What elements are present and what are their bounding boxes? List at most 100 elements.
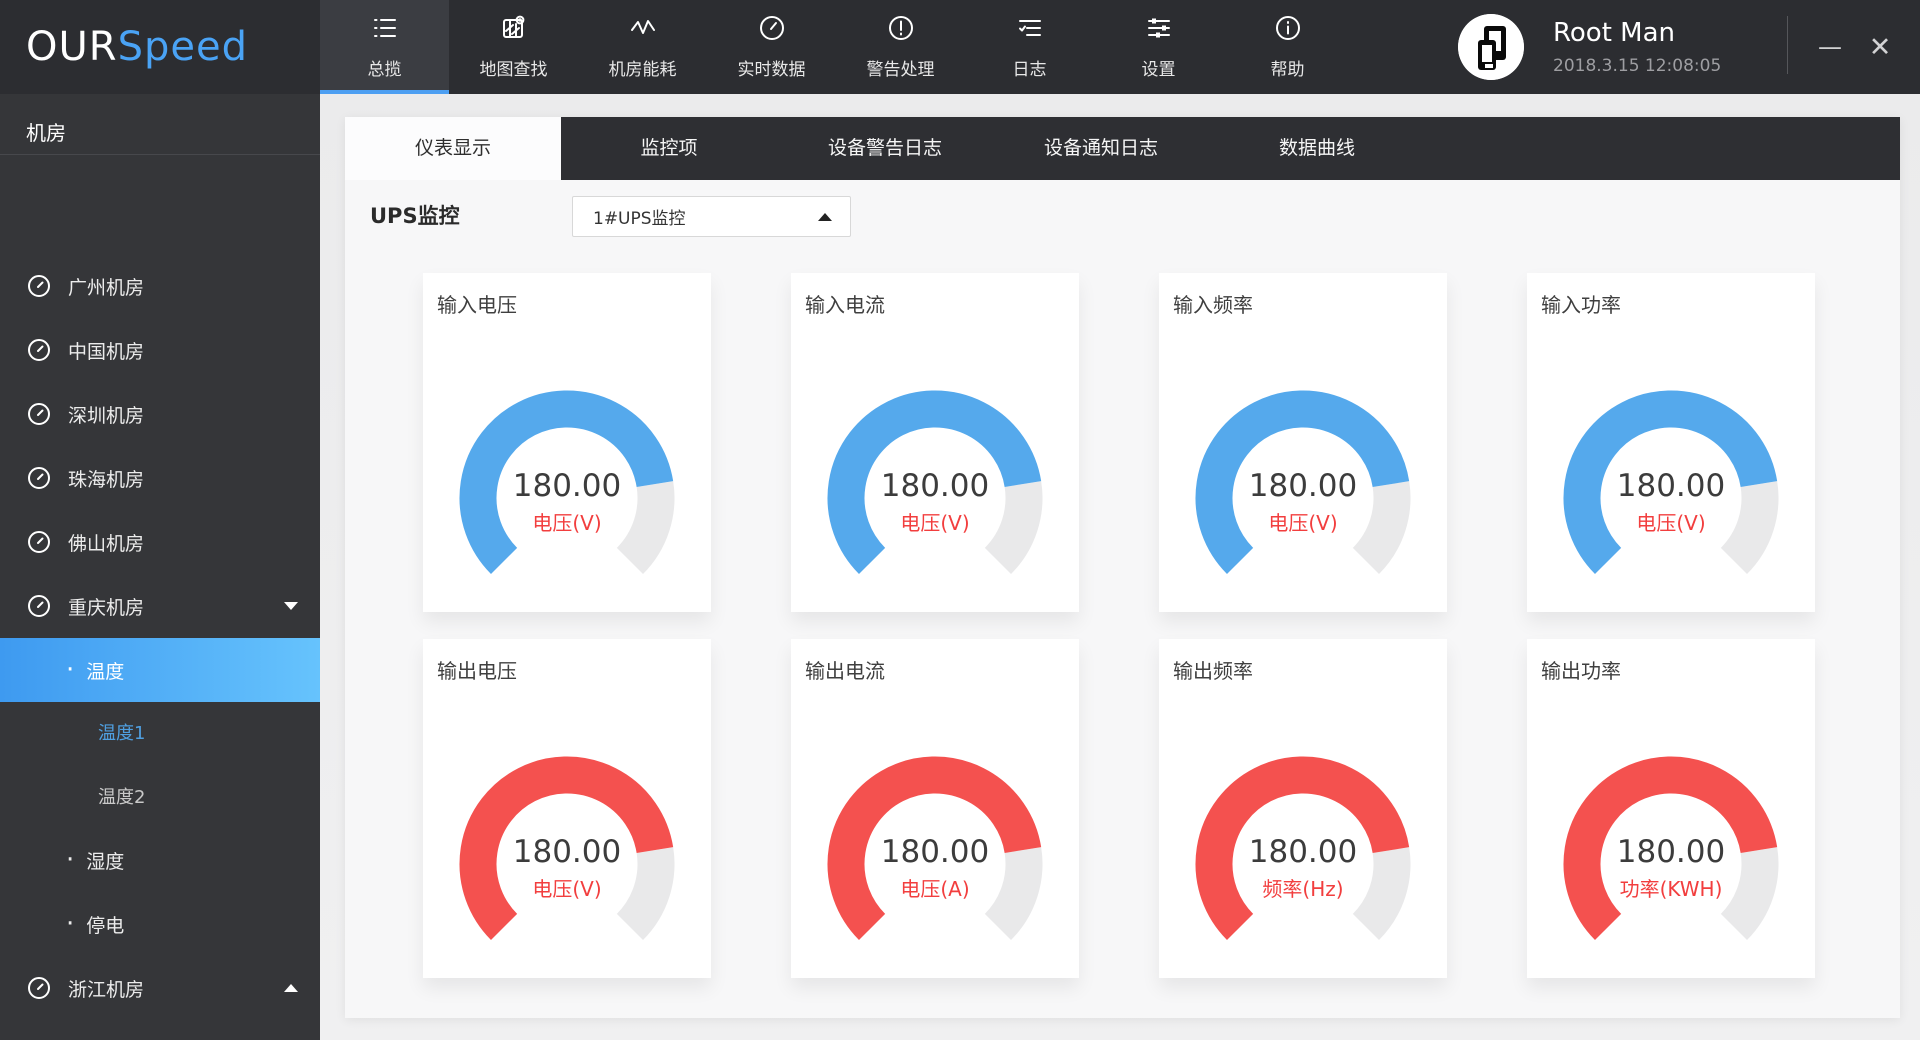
gauge-title: 输出电流 xyxy=(805,655,885,684)
close-button[interactable]: ✕ xyxy=(1856,0,1904,94)
nav-label: 总揽 xyxy=(368,55,402,80)
gauge-unit: 电压(V) xyxy=(423,873,711,902)
window-controls-divider xyxy=(1787,16,1788,74)
gauge-card-input-voltage: 输入电压 180.00 电压(V) xyxy=(423,273,711,612)
gauge-value: 180.00 xyxy=(423,468,711,504)
room-gauge-icon xyxy=(26,401,52,427)
sidebar-item-zhuhai[interactable]: 珠海机房 xyxy=(0,446,320,510)
chevron-up-icon xyxy=(284,984,298,992)
nav-label: 地图查找 xyxy=(480,55,548,80)
user-profile[interactable]: Root Man 2018.3.15 12:08:05 xyxy=(1440,0,1770,94)
section-label-ups: UPS监控 xyxy=(370,196,460,237)
sidebar-item-changsha[interactable]: 长沙机房 xyxy=(0,1020,320,1040)
map-search-icon xyxy=(500,14,528,55)
chevron-down-icon xyxy=(284,602,298,610)
gauge-value: 180.00 xyxy=(1527,468,1815,504)
tab-device-notice-log[interactable]: 设备通知日志 xyxy=(993,117,1209,180)
gauge-card-output-power: 输出功率 180.00 功率(KWH) xyxy=(1527,639,1815,978)
alert-icon xyxy=(887,14,915,55)
tab-gauge-display[interactable]: 仪表显示 xyxy=(345,117,561,180)
sidebar-title: 机房 xyxy=(0,94,320,155)
tab-data-curve[interactable]: 数据曲线 xyxy=(1209,117,1425,180)
gauge-title: 输入频率 xyxy=(1173,289,1253,318)
tab-device-alert-log[interactable]: 设备警告日志 xyxy=(777,117,993,180)
user-name: Root Man xyxy=(1553,18,1675,48)
gauge-title: 输出频率 xyxy=(1173,655,1253,684)
datetime-label: 2018.3.15 12:08:05 xyxy=(1553,56,1721,76)
sidebar-item-label: 珠海机房 xyxy=(68,465,144,492)
nav-item-help[interactable]: 帮助 xyxy=(1223,0,1352,94)
nav-item-energy[interactable]: 机房能耗 xyxy=(578,0,707,94)
user-avatar xyxy=(1458,14,1524,80)
sidebar-subitem-temperature[interactable]: · 温度 xyxy=(0,638,320,702)
sidebar-item-zhejiang[interactable]: 浙江机房 xyxy=(0,956,320,1020)
gauge-title: 输出功率 xyxy=(1541,655,1621,684)
sidebar-item-label: 温度1 xyxy=(98,719,145,745)
gauge-title: 输入电压 xyxy=(437,289,517,318)
gauge-card-output-frequency: 输出频率 180.00 频率(Hz) xyxy=(1159,639,1447,978)
app-logo: OURSpeed xyxy=(26,0,248,94)
help-info-icon xyxy=(1274,14,1302,55)
tab-monitor-items[interactable]: 监控项 xyxy=(561,117,777,180)
gauge-value: 180.00 xyxy=(1159,468,1447,504)
sidebar-item-foshan[interactable]: 佛山机房 xyxy=(0,510,320,574)
nav-label: 实时数据 xyxy=(738,55,806,80)
gauge-unit: 电压(V) xyxy=(1159,507,1447,536)
nav-label: 帮助 xyxy=(1271,55,1305,80)
ups-selector-value: 1#UPS监控 xyxy=(593,204,686,229)
gauge-title: 输出电压 xyxy=(437,655,517,684)
nav-label: 机房能耗 xyxy=(609,55,677,80)
nav-item-overview[interactable]: 总揽 xyxy=(320,0,449,94)
room-gauge-icon xyxy=(26,529,52,555)
logo-part-1: OUR xyxy=(26,24,118,70)
room-gauge-icon xyxy=(26,465,52,491)
gauge-unit: 电压(A) xyxy=(791,873,1079,902)
gauge-value: 180.00 xyxy=(423,834,711,870)
minimize-button[interactable]: — xyxy=(1806,0,1854,94)
room-gauge-icon xyxy=(26,975,52,1001)
sidebar-item-label: 佛山机房 xyxy=(68,529,144,556)
sidebar-item-label: 广州机房 xyxy=(68,273,144,300)
sidebar-subitem-temperature-1[interactable]: 温度1 xyxy=(0,700,320,764)
nav-label: 日志 xyxy=(1013,55,1047,80)
minimize-icon: — xyxy=(1818,33,1842,61)
settings-sliders-icon xyxy=(1145,14,1173,55)
sidebar-item-label: 深圳机房 xyxy=(68,401,144,428)
nav-item-alerts[interactable]: 警告处理 xyxy=(836,0,965,94)
nav-item-settings[interactable]: 设置 xyxy=(1094,0,1223,94)
gauge-title: 输入电流 xyxy=(805,289,885,318)
bullet-icon: · xyxy=(66,915,74,934)
sidebar-item-chongqing[interactable]: 重庆机房 xyxy=(0,574,320,638)
gauge-value: 180.00 xyxy=(791,834,1079,870)
nav-item-realtime[interactable]: 实时数据 xyxy=(707,0,836,94)
nav-item-map-search[interactable]: 地图查找 xyxy=(449,0,578,94)
gauge-card-output-current: 输出电流 180.00 电压(A) xyxy=(791,639,1079,978)
gauge-unit: 电压(V) xyxy=(791,507,1079,536)
realtime-gauge-icon xyxy=(758,14,786,55)
gauge-card-input-frequency: 输入频率 180.00 电压(V) xyxy=(1159,273,1447,612)
sidebar-item-label: 中国机房 xyxy=(68,337,144,364)
main-panel: 仪表显示 监控项 设备警告日志 设备通知日志 数据曲线 UPS监控 1#UPS监… xyxy=(345,117,1900,1018)
sidebar-item-guangzhou[interactable]: 广州机房 xyxy=(0,254,320,318)
gauge-card-input-power: 输入功率 180.00 电压(V) xyxy=(1527,273,1815,612)
ups-selector-dropdown[interactable]: 1#UPS监控 xyxy=(572,196,851,237)
bullet-icon: · xyxy=(66,661,74,680)
sidebar-item-zhongguo[interactable]: 中国机房 xyxy=(0,318,320,382)
energy-pulse-icon xyxy=(629,14,657,55)
sidebar-item-label: 湿度 xyxy=(86,847,124,874)
tab-bar: 仪表显示 监控项 设备警告日志 设备通知日志 数据曲线 xyxy=(345,117,1900,180)
room-gauge-icon xyxy=(26,337,52,363)
room-gauge-icon xyxy=(26,273,52,299)
sidebar-item-label: 停电 xyxy=(86,911,124,938)
sidebar-subitem-temperature-2[interactable]: 温度2 xyxy=(0,764,320,828)
sidebar-subitem-humidity[interactable]: · 湿度 xyxy=(0,828,320,892)
sidebar-subitem-power-outage[interactable]: · 停电 xyxy=(0,892,320,956)
gauge-card-input-current: 输入电流 180.00 电压(V) xyxy=(791,273,1079,612)
caret-up-icon xyxy=(818,213,832,221)
sidebar-item-label: 重庆机房 xyxy=(68,593,144,620)
sidebar: 机房 广州机房 中国机房 深圳机房 珠海机房 佛山机房 重庆机房 · 温度 温度… xyxy=(0,94,320,1040)
sidebar-item-shenzhen[interactable]: 深圳机房 xyxy=(0,382,320,446)
gauge-value: 180.00 xyxy=(791,468,1079,504)
nav-item-logs[interactable]: 日志 xyxy=(965,0,1094,94)
nav-label: 警告处理 xyxy=(867,55,935,80)
